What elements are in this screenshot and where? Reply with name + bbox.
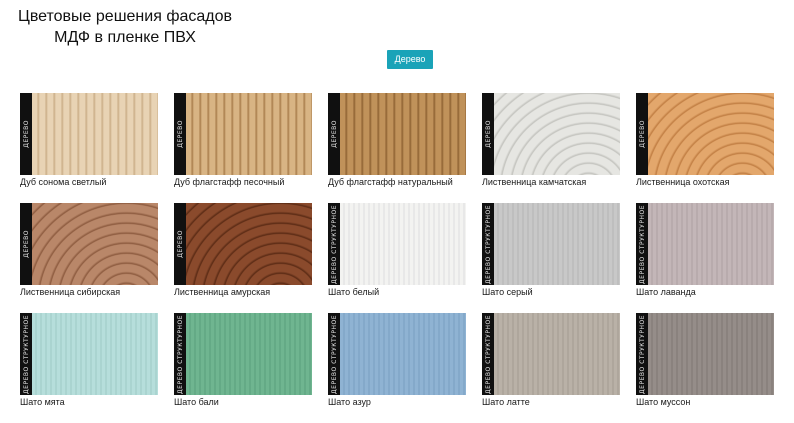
swatch-image[interactable]: ДЕРЕВО <box>20 203 158 285</box>
swatch-name: Шато бали <box>174 397 219 407</box>
swatch-category-strip: ДЕРЕВО <box>174 203 186 285</box>
swatch-item[interactable]: ДЕРЕВО Дуб сонома светлый <box>20 93 158 203</box>
swatch-texture <box>494 203 620 285</box>
swatch-item[interactable]: ДЕРЕВО СТРУКТУРНОЕ Шато бали <box>174 313 312 423</box>
swatch-category-label: ДЕРЕВО СТРУКТУРНОЕ <box>638 314 646 394</box>
swatch-category-label: ДЕРЕВО СТРУКТУРНОЕ <box>484 204 492 284</box>
swatch-item[interactable]: ДЕРЕВО Лиственница камчатская <box>482 93 620 203</box>
swatch-image[interactable]: ДЕРЕВО <box>174 203 312 285</box>
swatch-item[interactable]: ДЕРЕВО Дуб флагстафф песочный <box>174 93 312 203</box>
page-title-line-1: Цветовые решения фасадов <box>17 8 233 25</box>
swatch-category-strip: ДЕРЕВО СТРУКТУРНОЕ <box>174 313 186 395</box>
swatch-texture <box>648 203 774 285</box>
swatch-image[interactable]: ДЕРЕВО СТРУКТУРНОЕ <box>328 203 466 285</box>
swatch-category-strip: ДЕРЕВО <box>174 93 186 175</box>
swatch-item[interactable]: ДЕРЕВО Лиственница сибирская <box>20 203 158 313</box>
swatch-image[interactable]: ДЕРЕВО СТРУКТУРНОЕ <box>636 203 774 285</box>
swatch-texture <box>186 93 312 175</box>
swatch-texture <box>186 313 312 395</box>
swatch-texture <box>340 313 466 395</box>
swatch-texture <box>648 93 774 175</box>
swatch-image[interactable]: ДЕРЕВО СТРУКТУРНОЕ <box>482 313 620 395</box>
swatch-item[interactable]: ДЕРЕВО СТРУКТУРНОЕ Шато белый <box>328 203 466 313</box>
swatch-item[interactable]: ДЕРЕВО СТРУКТУРНОЕ Шато азур <box>328 313 466 423</box>
swatch-category-label: ДЕРЕВО СТРУКТУРНОЕ <box>330 204 338 284</box>
swatch-category-label: ДЕРЕВО СТРУКТУРНОЕ <box>22 314 30 394</box>
swatch-item[interactable]: ДЕРЕВО Дуб флагстафф натуральный <box>328 93 466 203</box>
swatch-name: Лиственница амурская <box>174 287 271 297</box>
swatch-category-strip: ДЕРЕВО СТРУКТУРНОЕ <box>482 203 494 285</box>
swatch-name: Дуб флагстафф натуральный <box>328 177 453 187</box>
swatch-category-strip: ДЕРЕВО СТРУКТУРНОЕ <box>20 313 32 395</box>
swatch-name: Лиственница сибирская <box>20 287 121 297</box>
swatch-name: Лиственница камчатская <box>482 177 587 187</box>
swatch-image[interactable]: ДЕРЕВО СТРУКТУРНОЕ <box>328 313 466 395</box>
swatch-category-label: ДЕРЕВО <box>638 120 646 148</box>
swatch-image[interactable]: ДЕРЕВО <box>482 93 620 175</box>
swatch-category-label: ДЕРЕВО <box>176 230 184 258</box>
swatch-texture <box>32 93 158 175</box>
swatch-texture <box>494 313 620 395</box>
swatch-texture <box>32 203 158 285</box>
swatch-item[interactable]: ДЕРЕВО Лиственница охотская <box>636 93 774 203</box>
swatch-item[interactable]: ДЕРЕВО СТРУКТУРНОЕ Шато латте <box>482 313 620 423</box>
swatch-category-strip: ДЕРЕВО <box>20 203 32 285</box>
swatch-category-label: ДЕРЕВО СТРУКТУРНОЕ <box>484 314 492 394</box>
swatch-name: Шато белый <box>328 287 380 297</box>
swatch-category-label: ДЕРЕВО <box>22 230 30 258</box>
swatch-category-label: ДЕРЕВО СТРУКТУРНОЕ <box>638 204 646 284</box>
swatch-name: Дуб сонома светлый <box>20 177 107 187</box>
swatch-image[interactable]: ДЕРЕВО <box>174 93 312 175</box>
swatch-texture <box>340 93 466 175</box>
swatch-image[interactable]: ДЕРЕВО СТРУКТУРНОЕ <box>20 313 158 395</box>
swatch-image[interactable]: ДЕРЕВО <box>328 93 466 175</box>
swatch-category-strip: ДЕРЕВО <box>328 93 340 175</box>
swatch-image[interactable]: ДЕРЕВО СТРУКТУРНОЕ <box>482 203 620 285</box>
swatch-category-strip: ДЕРЕВО <box>482 93 494 175</box>
swatch-item[interactable]: ДЕРЕВО СТРУКТУРНОЕ Шато серый <box>482 203 620 313</box>
swatch-item[interactable]: ДЕРЕВО Лиственница амурская <box>174 203 312 313</box>
swatch-item[interactable]: ДЕРЕВО СТРУКТУРНОЕ Шато лаванда <box>636 203 774 313</box>
swatch-texture <box>494 93 620 175</box>
swatch-category-label: ДЕРЕВО <box>484 120 492 148</box>
swatch-name: Шато серый <box>482 287 533 297</box>
swatch-category-strip: ДЕРЕВО СТРУКТУРНОЕ <box>328 203 340 285</box>
swatch-category-strip: ДЕРЕВО СТРУКТУРНОЕ <box>636 313 648 395</box>
swatch-category-label: ДЕРЕВО СТРУКТУРНОЕ <box>176 314 184 394</box>
swatch-category-strip: ДЕРЕВО СТРУКТУРНОЕ <box>482 313 494 395</box>
swatch-category-label: ДЕРЕВО <box>176 120 184 148</box>
swatch-name: Шато латте <box>482 397 530 407</box>
swatch-texture <box>340 203 466 285</box>
swatch-name: Шато азур <box>328 397 371 407</box>
swatch-image[interactable]: ДЕРЕВО <box>20 93 158 175</box>
page-title-line-2: МДФ в пленке ПВХ <box>54 29 196 46</box>
swatch-texture <box>186 203 312 285</box>
swatch-category-strip: ДЕРЕВО СТРУКТУРНОЕ <box>636 203 648 285</box>
page-title: Цветовые решения фасадов МДФ в пленке ПВ… <box>0 6 250 48</box>
swatch-grid: ДЕРЕВО Дуб сонома светлый ДЕРЕВО Дуб флагст… <box>20 93 780 423</box>
swatch-item[interactable]: ДЕРЕВО СТРУКТУРНОЕ Шато мята <box>20 313 158 423</box>
swatch-image[interactable]: ДЕРЕВО <box>636 93 774 175</box>
swatch-item[interactable]: ДЕРЕВО СТРУКТУРНОЕ Шато муссон <box>636 313 774 423</box>
swatch-name: Шато муссон <box>636 397 691 407</box>
swatch-image[interactable]: ДЕРЕВО СТРУКТУРНОЕ <box>174 313 312 395</box>
swatch-category-strip: ДЕРЕВО <box>636 93 648 175</box>
swatch-image[interactable]: ДЕРЕВО СТРУКТУРНОЕ <box>636 313 774 395</box>
swatch-category-label: ДЕРЕВО <box>330 120 338 148</box>
filter-button-wood[interactable]: Дерево <box>387 50 433 69</box>
swatch-name: Лиственница охотская <box>636 177 730 187</box>
swatch-category-strip: ДЕРЕВО <box>20 93 32 175</box>
swatch-category-label: ДЕРЕВО <box>22 120 30 148</box>
swatch-name: Дуб флагстафф песочный <box>174 177 285 187</box>
swatch-name: Шато лаванда <box>636 287 696 297</box>
swatch-texture <box>32 313 158 395</box>
swatch-texture <box>648 313 774 395</box>
swatch-category-strip: ДЕРЕВО СТРУКТУРНОЕ <box>328 313 340 395</box>
swatch-category-label: ДЕРЕВО СТРУКТУРНОЕ <box>330 314 338 394</box>
swatch-name: Шато мята <box>20 397 65 407</box>
